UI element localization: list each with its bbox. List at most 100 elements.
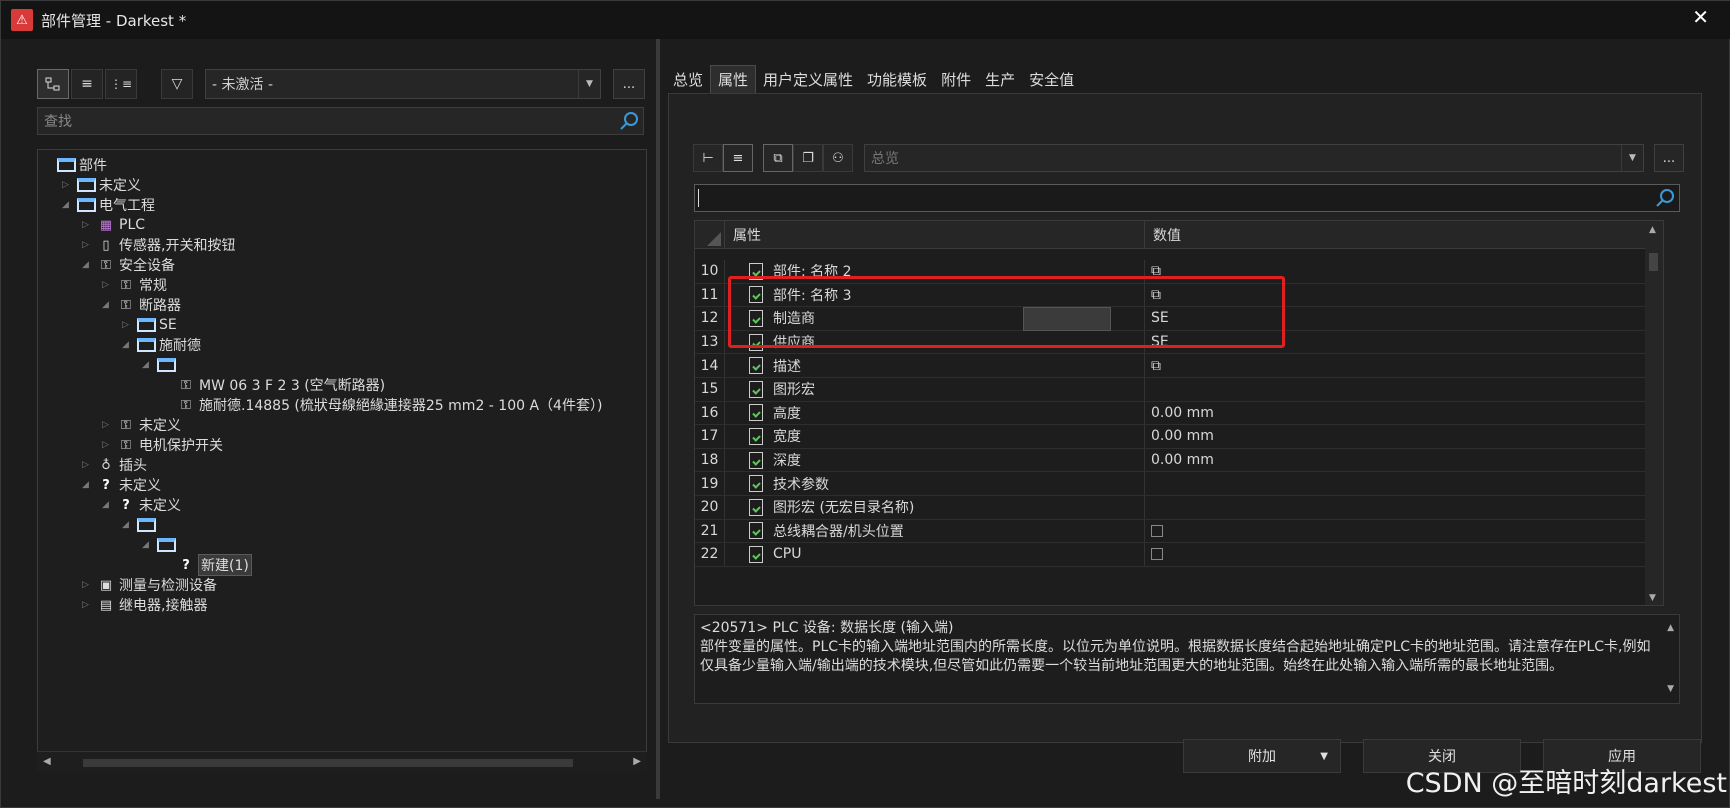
value-checkbox[interactable]: [1151, 524, 1163, 537]
tree-item[interactable]: ◢ ⚿ 断路器: [102, 294, 181, 316]
tab-item[interactable]: 总览: [666, 65, 710, 93]
tree-item[interactable]: ▷ ♁ 插头: [82, 454, 147, 476]
tree-item[interactable]: ◢ ⚿ 安全设备: [82, 254, 175, 276]
view-more-button[interactable]: ...: [1654, 144, 1684, 172]
search-input[interactable]: 查找: [37, 107, 644, 135]
expand-toggle-icon[interactable]: ◢: [102, 500, 114, 510]
tree-item[interactable]: ▷ 未定义: [62, 174, 141, 196]
expand-toggle-icon[interactable]: ▷: [82, 240, 94, 250]
tree-item[interactable]: ⚿ 施耐德.14885 (梳狀母線絕緣連接器25 mm2 - 100 A（4件套）…: [162, 394, 602, 416]
tree-item[interactable]: ▷ ⚿ 电机保护开关: [102, 434, 223, 456]
expand-toggle-icon[interactable]: ◢: [82, 480, 94, 490]
tree-item[interactable]: ▷ ▦ PLC: [82, 214, 145, 236]
expand-toggle-icon[interactable]: ▷: [82, 460, 94, 470]
add-button[interactable]: 附加 ▼: [1183, 739, 1341, 773]
tree-item[interactable]: ◢: [122, 514, 159, 536]
scroll-right-icon[interactable]: ▶: [633, 756, 641, 767]
tree-item[interactable]: ◢? 未定义: [102, 494, 181, 516]
column-header-property[interactable]: 属性: [725, 221, 1145, 249]
copy-button[interactable]: ⧉: [763, 144, 793, 172]
tree-item[interactable]: ◢: [142, 354, 179, 376]
grid-row[interactable]: 17 宽度 0.00 mm: [695, 425, 1663, 449]
expand-toggle-icon[interactable]: ◢: [62, 200, 74, 210]
expand-toggle-icon[interactable]: ◢: [82, 260, 94, 270]
tree-item[interactable]: ◢ 施耐德: [122, 334, 201, 356]
grid-row[interactable]: 16 高度 0.00 mm: [695, 401, 1663, 426]
list-view-button[interactable]: ≡: [71, 69, 103, 99]
property-filter-input[interactable]: [694, 184, 1680, 212]
grid-row[interactable]: 15 图形宏: [695, 378, 1663, 402]
panel-splitter[interactable]: [656, 39, 660, 799]
paste-button[interactable]: ❐: [793, 144, 823, 172]
tree-item[interactable]: ◢: [142, 534, 179, 556]
value-cell[interactable]: [1145, 496, 1565, 519]
scroll-down-icon[interactable]: ▼: [1649, 593, 1656, 603]
expand-toggle-icon[interactable]: ◢: [122, 520, 134, 530]
scroll-up-icon[interactable]: ▲: [1649, 225, 1656, 235]
value-cell[interactable]: [1145, 472, 1565, 495]
expand-toggle-icon[interactable]: ▷: [82, 220, 94, 230]
filter-button[interactable]: ▽: [161, 69, 193, 99]
tab-item[interactable]: 用户定义属性: [756, 65, 860, 93]
grid-row[interactable]: 20 图形宏 (无宏目录名称): [695, 496, 1663, 520]
expand-toggle-icon[interactable]: ◢: [142, 360, 154, 370]
expand-toggle-icon[interactable]: ◢: [102, 300, 114, 310]
tree-item[interactable]: ▷ SE: [122, 314, 177, 336]
value-checkbox[interactable]: [1151, 548, 1163, 561]
expand-toggle-icon[interactable]: ▷: [82, 580, 94, 590]
expand-toggle-icon[interactable]: ▷: [122, 320, 134, 330]
scroll-thumb[interactable]: [83, 759, 573, 767]
translate-icon[interactable]: ⧉: [1151, 358, 1161, 374]
parts-tree[interactable]: 部件 ▷ 未定义 ◢ 电气工程 ▷ ▦ PLC ▷ ▯ 传感器,开关和按钮 ◢ ⚿ 安全设备 ▷ ⚿ 常规 ◢ ⚿ 断…: [37, 149, 647, 771]
tab-item[interactable]: 安全值: [1022, 65, 1081, 93]
tree-item[interactable]: ▷ ⚿ 常规: [102, 274, 167, 296]
scroll-down-icon[interactable]: ▼: [1667, 680, 1674, 699]
list-toggle-button[interactable]: ≡: [723, 144, 753, 172]
tree-item[interactable]: ⚿ MW 06 3 F 2 3 (空气断路器): [162, 374, 385, 396]
expand-toggle-icon[interactable]: ▷: [82, 600, 94, 610]
scroll-thumb[interactable]: [1649, 253, 1658, 271]
value-cell[interactable]: 0.00 mm: [1145, 402, 1565, 425]
expand-toggle-icon[interactable]: ◢: [122, 340, 134, 350]
tree-item[interactable]: ◢ 电气工程: [62, 194, 155, 216]
tab-item[interactable]: 功能模板: [860, 65, 934, 93]
filter-select[interactable]: - 未激活 - ▼: [205, 69, 601, 99]
tab-item[interactable]: 生产: [978, 65, 1022, 93]
grid-row[interactable]: 21 总线耦合器/机头位置: [695, 519, 1663, 544]
value-cell[interactable]: ⧉: [1145, 354, 1565, 377]
value-cell[interactable]: [1145, 378, 1565, 401]
column-header-value[interactable]: 数值: [1145, 221, 1565, 249]
grid-row[interactable]: 18 深度 0.00 mm: [695, 448, 1663, 473]
hierarchy-view-button[interactable]: ⋮≡: [105, 69, 137, 99]
grid-row[interactable]: 14 描述 ⧉: [695, 354, 1663, 378]
grid-row[interactable]: 19 技术参数: [695, 472, 1663, 496]
value-cell[interactable]: [1145, 543, 1565, 566]
tree-horizontal-scrollbar[interactable]: ◀ ▶: [37, 751, 647, 771]
grid-row[interactable]: 22 CPU: [695, 543, 1663, 567]
filter-more-button[interactable]: ...: [613, 69, 645, 99]
expand-toggle-icon[interactable]: ▷: [102, 420, 114, 430]
scroll-left-icon[interactable]: ◀: [43, 756, 51, 767]
tree-item[interactable]: ? 新建(1): [162, 554, 252, 576]
user-settings-button[interactable]: ⚇: [823, 144, 853, 172]
view-select[interactable]: 总览 ▼: [864, 144, 1644, 172]
close-icon[interactable]: ✕: [1692, 7, 1709, 27]
tree-item[interactable]: 部件: [42, 154, 107, 176]
tree-item[interactable]: ◢? 未定义: [82, 474, 161, 496]
value-cell[interactable]: 0.00 mm: [1145, 449, 1565, 472]
scroll-up-icon[interactable]: ▲: [1667, 619, 1674, 638]
select-all-corner[interactable]: [695, 221, 725, 249]
tab-item[interactable]: 附件: [934, 65, 978, 93]
value-cell[interactable]: [1145, 520, 1565, 543]
expand-toggle-icon[interactable]: ▷: [102, 280, 114, 290]
grid-vertical-scrollbar[interactable]: ▲ ▼: [1645, 221, 1663, 605]
expand-toggle-icon[interactable]: ◢: [142, 540, 154, 550]
tree-item[interactable]: ▷ ▤ 继电器,接触器: [82, 594, 207, 616]
tree-item[interactable]: ▷ ▯ 传感器,开关和按钮: [82, 234, 235, 256]
tab-item[interactable]: 属性: [710, 65, 757, 93]
value-cell[interactable]: 0.00 mm: [1145, 425, 1565, 448]
expand-toggle-icon[interactable]: ▷: [62, 180, 74, 190]
tree-view-button[interactable]: [37, 69, 69, 99]
tree-item[interactable]: ▷ ⚿ 未定义: [102, 414, 181, 436]
tree-toggle-button[interactable]: ⊢: [693, 144, 723, 172]
